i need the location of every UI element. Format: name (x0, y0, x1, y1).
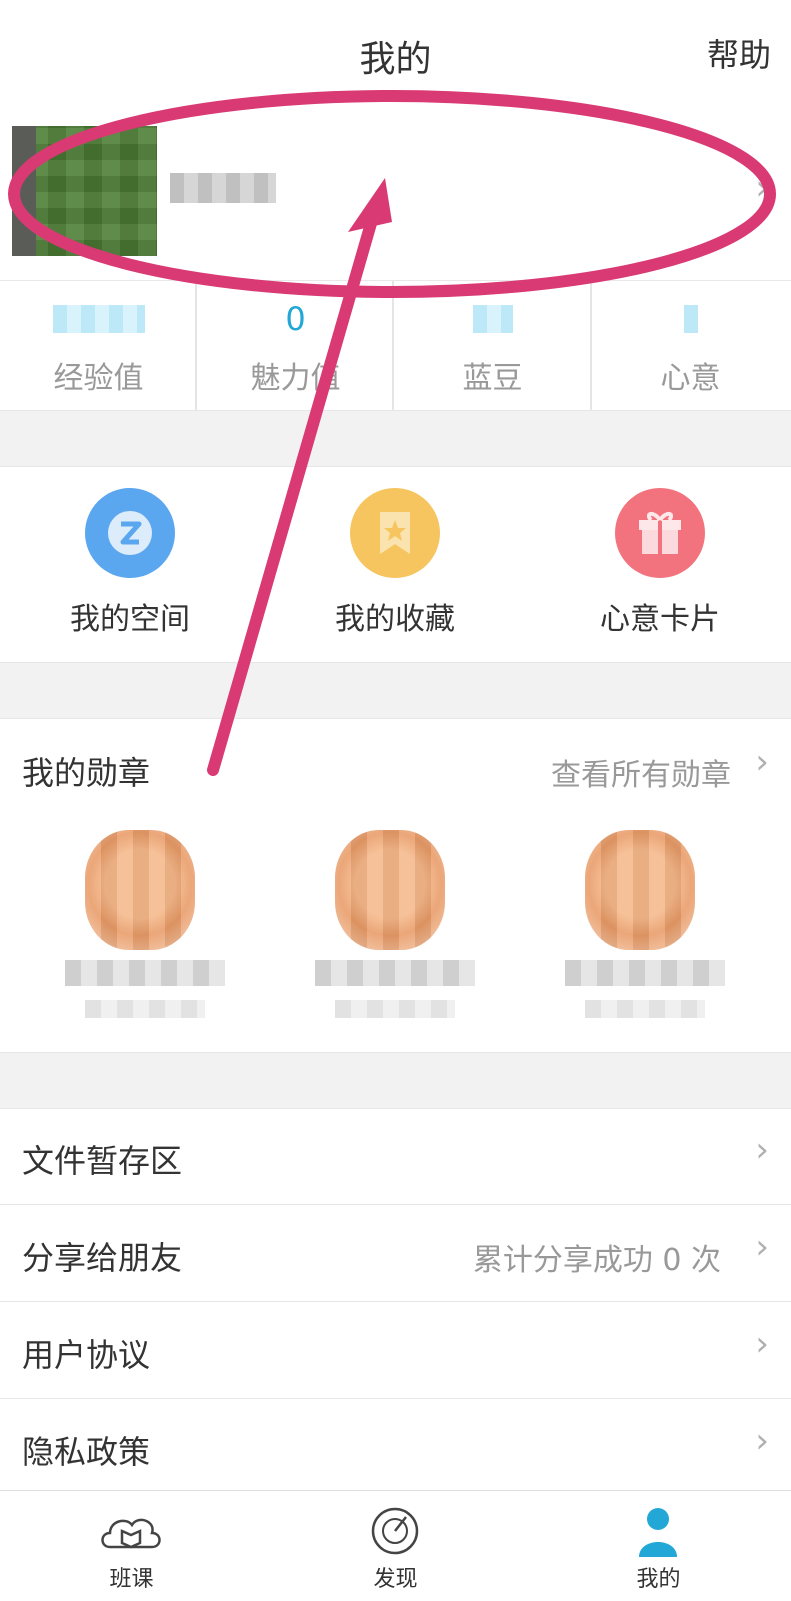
medal-name-blurred (315, 960, 475, 986)
stat-charm-value: 0 (285, 300, 306, 338)
chevron-right-icon: › (755, 1130, 769, 1170)
share-count-text: 累计分享成功 0 次 (472, 1243, 721, 1278)
medals-list (0, 810, 791, 1050)
medal-item[interactable] (45, 810, 245, 1040)
menu-label: 隐私政策 (22, 1433, 151, 1471)
chevron-right-icon: › (755, 1324, 769, 1364)
menu-privacy-policy[interactable]: 隐私政策 › (0, 1399, 791, 1495)
medal-desc-blurred (585, 1000, 705, 1018)
menu-label: 文件暂存区 (22, 1142, 183, 1180)
avatar[interactable] (12, 126, 157, 256)
tab-label: 班课 (109, 1567, 154, 1592)
shortcut-row: 我的空间 我的收藏 心意卡片 (0, 466, 791, 661)
username-blurred (170, 173, 276, 203)
menu-share-friends[interactable]: 分享给朋友 累计分享成功 0 次 › (0, 1205, 791, 1302)
heart-cards-button[interactable]: 心意卡片 (560, 488, 760, 638)
medal-name-blurred (65, 960, 225, 986)
stat-beans-value (394, 301, 591, 337)
my-space-button[interactable]: 我的空间 (30, 488, 230, 638)
chevron-right-icon: › (755, 1227, 769, 1267)
stat-experience-value (0, 301, 197, 337)
tab-label: 我的 (636, 1567, 681, 1592)
my-space-label: 我的空间 (70, 602, 190, 637)
medal-desc-blurred (335, 1000, 455, 1018)
medal-desc-blurred (85, 1000, 205, 1018)
chevron-right-icon: › (755, 742, 769, 782)
tab-label: 发现 (373, 1567, 418, 1592)
gift-icon (615, 488, 705, 578)
stat-charm[interactable]: 0 魅力值 (197, 281, 394, 411)
my-favorites-button[interactable]: 我的收藏 (295, 488, 495, 638)
section-gap (0, 662, 791, 719)
stat-beans-label: 蓝豆 (462, 361, 523, 396)
chevron-right-icon: › (755, 1421, 769, 1461)
medal-item[interactable] (545, 810, 745, 1040)
medals-header[interactable]: 我的勋章 查看所有勋章 › (0, 718, 791, 808)
space-icon (85, 488, 175, 578)
stat-beans[interactable]: 蓝豆 (394, 281, 591, 411)
stat-experience-label: 经验值 (53, 361, 144, 396)
stat-heart-value (592, 301, 789, 337)
medal-name-blurred (565, 960, 725, 986)
profile-row[interactable]: › (0, 110, 791, 280)
tab-discover[interactable]: 发现 (264, 1491, 527, 1601)
medal-item[interactable] (295, 810, 495, 1040)
menu-user-agreement[interactable]: 用户协议 › (0, 1302, 791, 1399)
medals-title: 我的勋章 (22, 754, 151, 792)
section-gap (0, 410, 791, 467)
stat-charm-label: 魅力值 (250, 361, 341, 396)
bottom-tab-bar: 班课 发现 我的 (0, 1490, 791, 1601)
bookmark-star-icon (350, 488, 440, 578)
my-favorites-label: 我的收藏 (335, 602, 455, 637)
medal-badge-icon (585, 830, 695, 950)
tab-mine[interactable]: 我的 (527, 1491, 790, 1601)
medal-badge-icon (335, 830, 445, 950)
menu-label: 用户协议 (22, 1336, 151, 1374)
stat-heart-label: 心意 (660, 361, 721, 396)
stat-heart[interactable]: 心意 (592, 281, 789, 411)
menu-file-storage[interactable]: 文件暂存区 › (0, 1108, 791, 1205)
stat-experience[interactable]: 经验值 (0, 281, 197, 411)
menu-label: 分享给朋友 (22, 1239, 183, 1277)
stats-row: 经验值 0 魅力值 蓝豆 心意 (0, 280, 791, 411)
section-gap (0, 1052, 791, 1109)
cloud-book-icon (101, 1518, 161, 1549)
heart-cards-label: 心意卡片 (600, 602, 720, 637)
person-icon (639, 1508, 677, 1557)
view-all-medals-link[interactable]: 查看所有勋章 (551, 750, 731, 794)
medal-badge-icon (85, 830, 195, 950)
compass-icon (371, 1507, 419, 1555)
page-title: 我的 (359, 39, 432, 80)
tab-classes[interactable]: 班课 (0, 1491, 263, 1601)
help-button[interactable]: 帮助 (707, 30, 771, 76)
profile-chevron-icon: › (755, 168, 769, 208)
